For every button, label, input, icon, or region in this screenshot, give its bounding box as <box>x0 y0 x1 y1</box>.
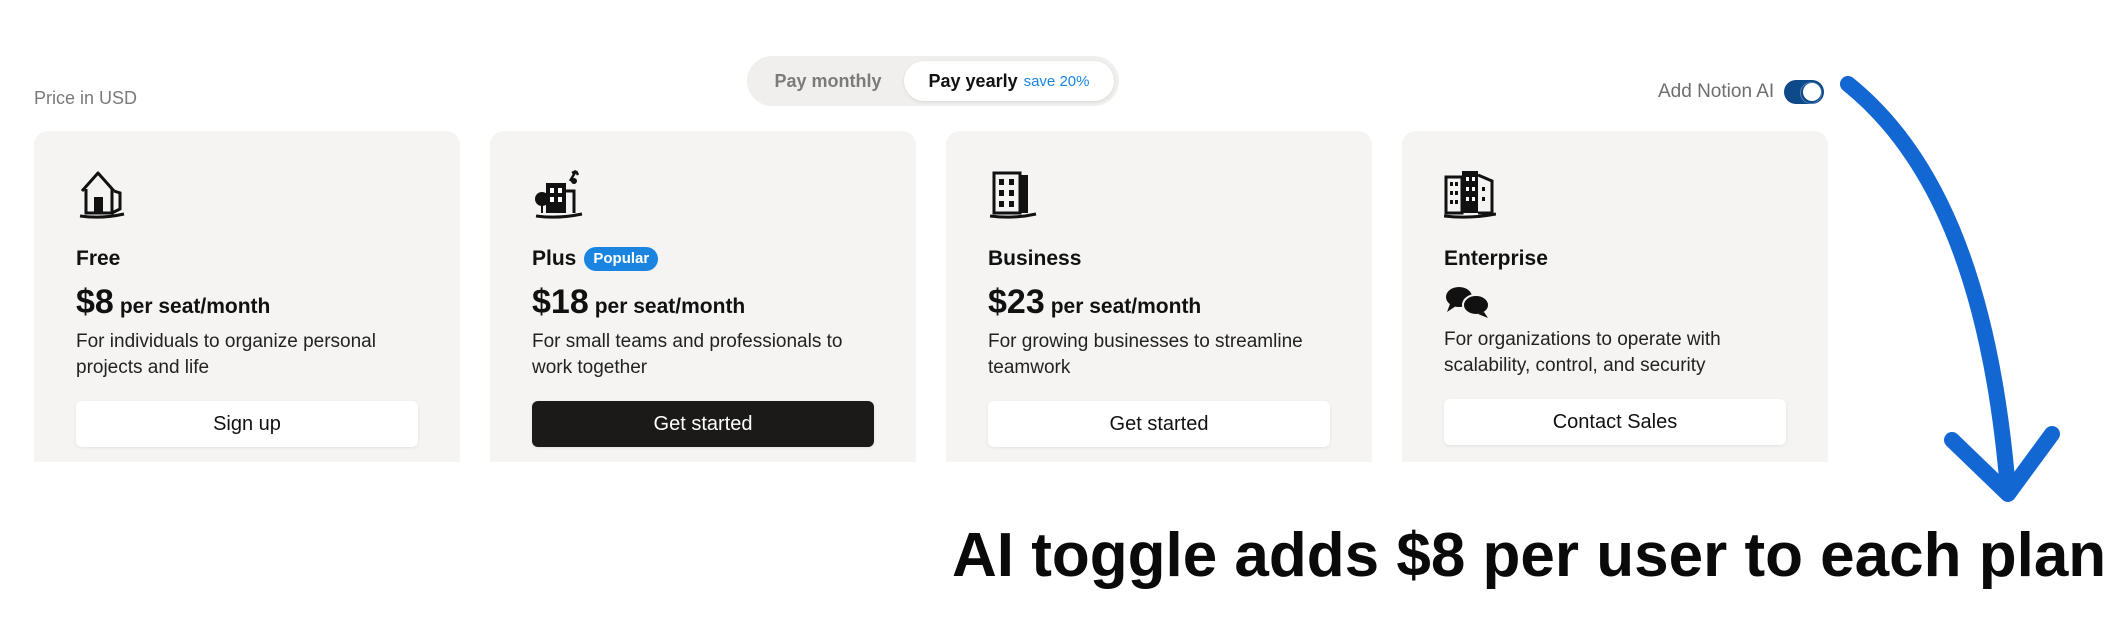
notion-ai-addon: Add Notion AI <box>1658 80 1825 104</box>
get-started-button[interactable]: Get started <box>532 401 874 447</box>
pay-yearly-option[interactable]: Pay yearly save 20% <box>904 61 1114 101</box>
small-building-icon <box>535 169 583 219</box>
ai-addon-label: Add Notion AI <box>1658 81 1775 102</box>
plan-price: $18 <box>532 283 589 321</box>
plan-card-free: Free $8 per seat/month For individuals t… <box>34 131 460 462</box>
plan-price: $23 <box>988 283 1045 321</box>
save-discount-tag: save 20% <box>1023 72 1090 90</box>
plan-name: Plus <box>532 247 577 270</box>
ai-addon-switch[interactable] <box>1784 80 1825 104</box>
pay-monthly-option[interactable]: Pay monthly <box>752 61 904 101</box>
plan-name: Enterprise <box>1444 247 1548 270</box>
plan-card-enterprise: Enterprise For organizations to operate … <box>1402 131 1828 462</box>
contact-sales-button[interactable]: Contact Sales <box>1444 399 1786 445</box>
price-note: Price in USD <box>34 88 138 108</box>
pay-yearly-label: Pay yearly <box>928 70 1018 91</box>
plan-description: For organizations to operate with scalab… <box>1444 329 1721 376</box>
switch-knob <box>1803 83 1822 101</box>
plan-card-business: Business $23 per seat/month For growing … <box>946 131 1372 462</box>
chat-bubbles-icon <box>1446 287 1490 318</box>
plan-card-plus: Plus Popular $18 per seat/month For smal… <box>490 131 916 462</box>
city-buildings-icon <box>1444 171 1496 219</box>
plan-description: For individuals to organize personal pro… <box>76 331 376 378</box>
plan-description: For growing businesses to streamline tea… <box>988 331 1303 378</box>
annotation-arrow <box>1840 76 2060 502</box>
plan-price-unit: per seat/month <box>1050 295 1202 318</box>
plan-description: For small teams and professionals to wor… <box>532 331 843 378</box>
office-building-icon <box>989 171 1037 219</box>
plan-name: Free <box>76 247 121 270</box>
plan-price: $8 <box>76 283 114 321</box>
billing-period-toggle[interactable]: Pay monthly Pay yearly save 20% <box>747 56 1119 106</box>
house-icon <box>79 171 125 219</box>
plan-name: Business <box>988 247 1082 270</box>
plan-price-unit: per seat/month <box>119 295 271 318</box>
annotation-caption: AI toggle adds $8 per user to each plan <box>952 521 2104 590</box>
get-started-button[interactable]: Get started <box>988 401 1330 447</box>
popular-badge: Popular <box>584 247 659 271</box>
sign-up-button[interactable]: Sign up <box>76 401 418 447</box>
plan-price-unit: per seat/month <box>594 295 746 318</box>
